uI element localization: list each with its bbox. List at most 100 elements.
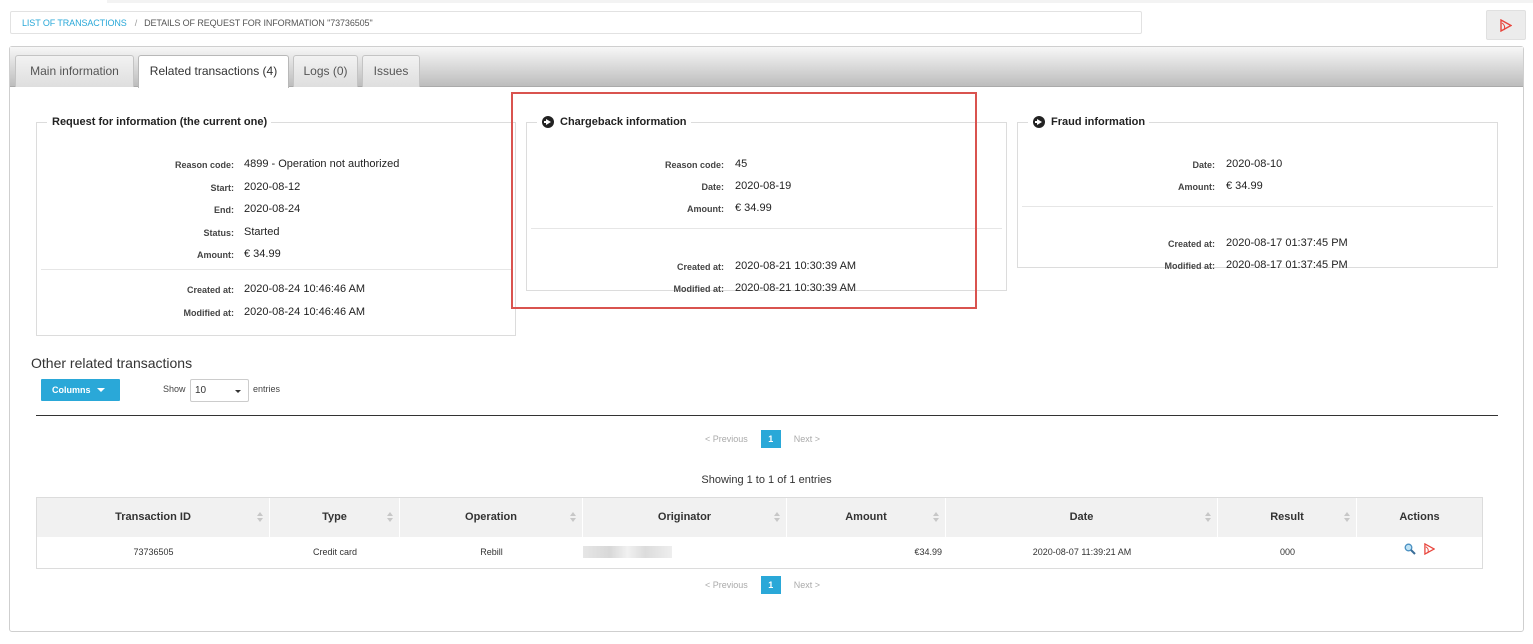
entries-select[interactable]: 10 — [190, 379, 249, 402]
column-header-label: Actions — [1399, 511, 1440, 523]
column-header-amount[interactable]: Amount — [787, 498, 946, 537]
columns-button[interactable]: Columns — [41, 379, 120, 401]
column-header-operation[interactable]: Operation — [400, 498, 583, 537]
cell-originator — [583, 537, 787, 568]
column-header-result[interactable]: Result — [1218, 498, 1357, 537]
pager-bottom: < Previous 1 Next > — [705, 575, 820, 594]
column-header-originator[interactable]: Originator — [583, 498, 787, 537]
columns-button-label: Columns — [52, 385, 91, 395]
pager-top: < Previous 1 Next > — [705, 429, 820, 448]
divider — [41, 269, 511, 270]
arrow-circle-right-icon — [1033, 116, 1045, 128]
showing-entries-info: Showing 1 to 1 of 1 entries — [701, 474, 832, 486]
detail-value: 2020-08-12 — [244, 180, 301, 193]
detail-row: End: 2020-08-24 — [37, 203, 515, 221]
caret-down-icon — [235, 390, 241, 393]
detail-row: Reason code: 4899 - Operation not authori… — [37, 158, 515, 176]
breadcrumb-separator: / — [134, 18, 138, 28]
sort-icon — [257, 512, 263, 523]
detail-row: Date: 2020-08-10 — [1018, 158, 1497, 176]
transactions-table: Transaction ID Type Operation Originator… — [36, 497, 1483, 569]
divider — [1022, 206, 1493, 207]
highlight-box — [511, 92, 977, 309]
cell-actions — [1357, 537, 1482, 568]
detail-label: Modified at: — [1164, 261, 1216, 271]
detail-value: 4899 - Operation not authorized — [244, 158, 400, 170]
caret-down-icon — [97, 388, 105, 392]
detail-label: Created at: — [1167, 239, 1215, 249]
detail-label: Amount: — [197, 250, 234, 260]
sort-icon — [570, 512, 576, 523]
sort-icon — [774, 512, 780, 523]
detail-row: Modified at: 2020-08-24 10:46:46 AM — [37, 306, 515, 324]
entries-select-value: 10 — [195, 385, 207, 396]
detail-label: Date: — [1192, 160, 1215, 170]
detail-value: 2020-08-17 01:37:45 PM — [1226, 259, 1348, 271]
tab-main-information[interactable]: Main information — [15, 55, 134, 87]
column-header-label: Operation — [465, 511, 517, 523]
detail-label: Amount: — [1178, 182, 1215, 192]
cell-transaction-id: 73736505 — [133, 547, 174, 557]
column-header-date[interactable]: Date — [946, 498, 1218, 537]
detail-value: € 34.99 — [244, 248, 281, 260]
previous-page-link[interactable]: < Previous — [705, 580, 748, 590]
cell-date: 2020-08-07 11:39:21 AM — [1032, 547, 1132, 557]
column-header-label: Amount — [845, 511, 887, 523]
pdf-icon — [1500, 18, 1512, 32]
redacted-originator — [583, 546, 672, 558]
column-header-label: Date — [1069, 511, 1094, 523]
detail-value: 2020-08-24 10:46:46 AM — [244, 305, 366, 318]
rfi-panel: Request for information (the current one… — [36, 116, 516, 336]
pdf-icon — [1424, 542, 1436, 556]
detail-value: Started — [244, 225, 280, 238]
fraud-panel: Fraud information Date: 2020-08-10 Amount:… — [1017, 116, 1498, 271]
breadcrumb: LIST OF TRANSACTIONS / DETAILS OF REQUEST … — [10, 11, 1142, 34]
detail-value: 2020-08-10 — [1226, 158, 1283, 170]
breadcrumb-link-transactions[interactable]: LIST OF TRANSACTIONS — [22, 18, 127, 28]
entries-label: entries — [253, 384, 281, 394]
cell-operation: Rebill — [480, 547, 503, 557]
tab-related-transactions[interactable]: Related transactions (4) — [138, 55, 289, 88]
related-section-title: Other related transactions — [31, 355, 193, 371]
page-1-button[interactable]: 1 — [760, 575, 781, 594]
detail-row: Modified at: 2020-08-17 01:37:45 PM — [1018, 259, 1497, 277]
page-1-button[interactable]: 1 — [760, 429, 781, 448]
tab-logs[interactable]: Logs (0) — [293, 55, 358, 87]
column-header-label: Transaction ID — [115, 511, 191, 523]
table-header: Transaction ID Type Operation Originator… — [37, 498, 1482, 537]
pdf-button[interactable] — [1424, 537, 1436, 568]
tab-issues[interactable]: Issues — [362, 55, 420, 87]
detail-row: Start: 2020-08-12 — [37, 181, 515, 199]
view-button[interactable] — [1404, 537, 1416, 568]
detail-row: Status: Started — [37, 226, 515, 244]
sort-icon — [1205, 512, 1211, 523]
export-pdf-button[interactable] — [1486, 10, 1526, 40]
detail-label: Created at: — [186, 285, 234, 295]
cell-amount: €34.99 — [914, 547, 942, 557]
column-header-label: Originator — [657, 511, 712, 523]
detail-row: Created at: 2020-08-17 01:37:45 PM — [1018, 237, 1497, 255]
sort-icon — [1344, 512, 1350, 523]
detail-row: Amount: € 34.99 — [1018, 180, 1497, 198]
detail-value: 2020-08-24 10:46:46 AM — [244, 283, 366, 295]
next-page-link[interactable]: Next > — [794, 580, 820, 590]
sort-icon — [933, 512, 939, 523]
fraud-title: Fraud information — [1028, 116, 1149, 128]
cell-result: 000 — [1279, 547, 1296, 557]
detail-value: 2020-08-24 — [244, 203, 301, 215]
top-strip — [107, 0, 1533, 3]
column-header-actions: Actions — [1357, 498, 1482, 537]
next-page-link[interactable]: Next > — [794, 434, 820, 444]
detail-label: Start: — [210, 182, 234, 193]
detail-label: Reason code: — [174, 160, 234, 170]
detail-label: End: — [214, 205, 234, 215]
column-header-label: Type — [322, 511, 347, 523]
show-label: Show — [163, 384, 186, 394]
column-header-transaction-id[interactable]: Transaction ID — [37, 498, 270, 537]
previous-page-link[interactable]: < Previous — [705, 434, 748, 444]
fraud-title-text: Fraud information — [1051, 116, 1146, 128]
detail-label: Status: — [203, 227, 234, 238]
detail-label: Modified at: — [183, 307, 235, 318]
detail-value: 2020-08-17 01:37:45 PM — [1226, 237, 1348, 249]
column-header-type[interactable]: Type — [270, 498, 400, 537]
